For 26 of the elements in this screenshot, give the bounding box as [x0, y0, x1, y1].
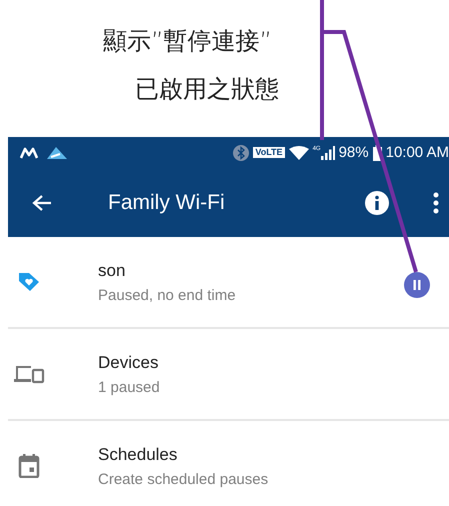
item-subtitle: 1 paused: [98, 378, 161, 396]
battery-percent: 98%: [338, 144, 369, 161]
info-icon[interactable]: [365, 190, 389, 214]
item-subtitle: Paused, no end time: [98, 286, 237, 304]
devices-icon: [13, 364, 45, 384]
m-logo-icon: [20, 146, 38, 158]
list-item[interactable]: son Paused, no end time: [8, 237, 449, 329]
list-item[interactable]: Schedules Create scheduled pauses: [8, 421, 449, 506]
wifi-icon: [288, 146, 309, 160]
annotation-text: 已啟用之狀態: [135, 76, 279, 102]
more-options-icon[interactable]: [433, 192, 439, 214]
clock-time: 10:00 AM: [386, 144, 449, 161]
tag-icon: [18, 272, 40, 292]
calendar-icon: [18, 454, 40, 478]
annotation-text: 顯示”暫停連接”: [103, 28, 272, 54]
back-arrow-icon[interactable]: [32, 194, 52, 212]
item-title: Schedules: [98, 444, 178, 464]
item-title: Devices: [98, 352, 160, 372]
bluetooth-icon: [233, 144, 250, 160]
list-item[interactable]: Devices 1 paused: [8, 329, 449, 421]
mountain-icon: [46, 146, 68, 160]
volte-badge: VoLTE: [253, 147, 285, 158]
item-title: son: [98, 260, 126, 280]
signal-icon: [320, 146, 335, 160]
item-subtitle: Create scheduled pauses: [98, 470, 270, 488]
app-title: Family Wi-Fi: [108, 190, 226, 214]
